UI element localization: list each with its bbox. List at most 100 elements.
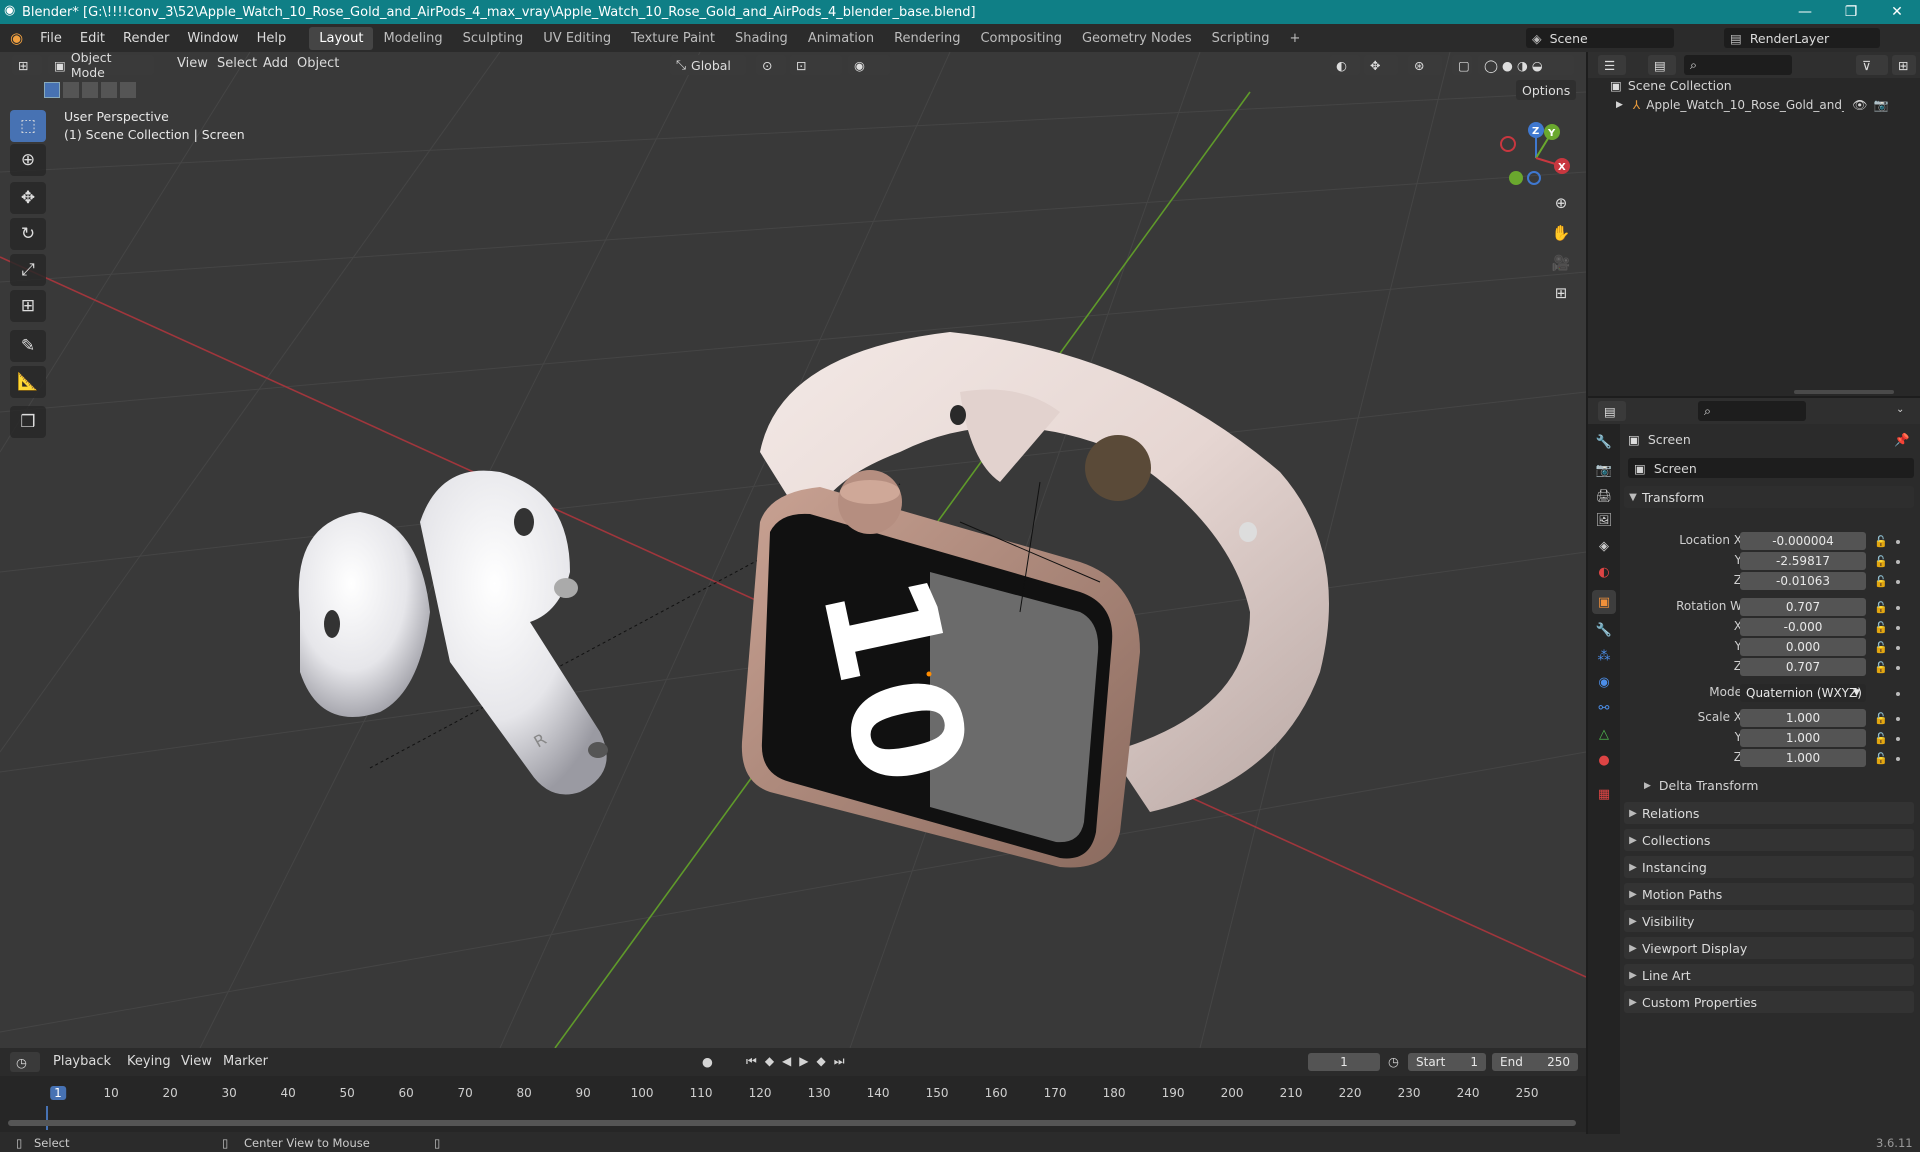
keyframe-dot-icon[interactable] bbox=[1896, 560, 1900, 564]
tab-modeling[interactable]: Modeling bbox=[373, 27, 452, 50]
jump-keyframe-forward-icon[interactable]: ◆ bbox=[817, 1054, 826, 1069]
constraints-tab-icon[interactable]: ⚯ bbox=[1592, 696, 1616, 720]
tab-compositing[interactable]: Compositing bbox=[970, 27, 1072, 50]
object-name-field[interactable]: ▣ Screen bbox=[1628, 458, 1914, 478]
transform-panel-header[interactable]: ▼ Transform bbox=[1624, 486, 1914, 508]
transform-orientation-selector[interactable]: ⤡ Global bbox=[670, 55, 746, 75]
jump-keyframe-back-icon[interactable]: ◆ bbox=[765, 1054, 774, 1069]
play-icon[interactable]: ▶ bbox=[799, 1054, 808, 1069]
lock-scale-z-icon[interactable]: 🔓 bbox=[1874, 752, 1888, 765]
lock-location-z-icon[interactable]: 🔓 bbox=[1874, 575, 1888, 588]
scale-tool[interactable]: ⤢ bbox=[10, 254, 46, 286]
menu-window[interactable]: Window bbox=[178, 31, 247, 46]
shading-modes[interactable]: ◯ ● ◑ ◒ bbox=[1478, 55, 1574, 75]
select-new-icon[interactable] bbox=[44, 82, 60, 98]
add-cube-tool[interactable]: ❒ bbox=[10, 406, 46, 438]
timeline-menu-marker[interactable]: Marker bbox=[214, 1054, 277, 1069]
select-invert-icon[interactable] bbox=[101, 82, 117, 98]
tab-geometry-nodes[interactable]: Geometry Nodes bbox=[1072, 27, 1202, 50]
transform-tool[interactable]: ⊞ bbox=[10, 290, 46, 322]
line-art-panel[interactable]: ▶ Line Art bbox=[1624, 964, 1914, 986]
render-layer-selector[interactable]: ▤ RenderLayer bbox=[1724, 28, 1880, 48]
custom-properties-panel[interactable]: ▶ Custom Properties bbox=[1624, 991, 1914, 1013]
lock-rotation-w-icon[interactable]: 🔓 bbox=[1874, 601, 1888, 614]
visibility-panel[interactable]: ▶ Visibility bbox=[1624, 910, 1914, 932]
current-frame-field[interactable]: 1 bbox=[1308, 1053, 1380, 1071]
new-collection-icon[interactable]: ⊞ bbox=[1892, 55, 1916, 75]
rotation-mode-dropdown[interactable]: Quaternion (WXYZ) ▼ bbox=[1740, 684, 1866, 702]
keyframe-dot-icon[interactable] bbox=[1896, 757, 1900, 761]
selection-mode-buttons[interactable] bbox=[44, 82, 140, 100]
rotation-x-field[interactable]: -0.000 bbox=[1740, 618, 1866, 636]
tab-sculpting[interactable]: Sculpting bbox=[453, 27, 534, 50]
editor-type-icon[interactable]: ⊞ bbox=[12, 55, 42, 75]
expand-arrow-icon[interactable]: ▶ bbox=[1616, 100, 1623, 110]
render-tab-icon[interactable]: 📷 bbox=[1592, 458, 1616, 482]
tab-animation[interactable]: Animation bbox=[798, 27, 884, 50]
physics-tab-icon[interactable]: ◉ bbox=[1592, 670, 1616, 694]
tab-texture-paint[interactable]: Texture Paint bbox=[621, 27, 725, 50]
viewport-menu-object[interactable]: Object bbox=[288, 56, 348, 71]
auto-keying-icon[interactable]: ● bbox=[702, 1054, 713, 1069]
keyframe-dot-icon[interactable] bbox=[1896, 580, 1900, 584]
annotate-tool[interactable]: ✎ bbox=[10, 330, 46, 362]
object-tab-icon[interactable]: ▣ bbox=[1592, 590, 1616, 614]
view-layer-tab-icon[interactable]: 🖼 bbox=[1592, 508, 1616, 532]
world-tab-icon[interactable]: ◐ bbox=[1592, 560, 1616, 584]
scene-tab-icon[interactable]: ◈ bbox=[1592, 534, 1616, 558]
tab-scripting[interactable]: Scripting bbox=[1202, 27, 1280, 50]
play-reverse-icon[interactable]: ◀ bbox=[782, 1054, 791, 1069]
navigation-gizmo[interactable]: Z Y X bbox=[1496, 118, 1576, 198]
scale-y-field[interactable]: 1.000 bbox=[1740, 729, 1866, 747]
material-tab-icon[interactable]: ● bbox=[1592, 748, 1616, 772]
zoom-icon[interactable]: ⊕ bbox=[1548, 190, 1574, 216]
tool-tab-icon[interactable]: 🔧 bbox=[1592, 430, 1616, 454]
timeline-menu-playback[interactable]: Playback bbox=[44, 1054, 120, 1069]
keyframe-dot-icon[interactable] bbox=[1896, 540, 1900, 544]
3d-viewport[interactable]: R 10 ⊞ ▣ Object Mode View Select Add Obj… bbox=[0, 52, 1586, 1048]
close-button[interactable]: ✕ bbox=[1874, 0, 1920, 24]
preview-range-icon[interactable]: ◷ bbox=[1388, 1054, 1399, 1069]
data-tab-icon[interactable]: △ bbox=[1592, 722, 1616, 746]
filter-icon[interactable]: ⊽ bbox=[1856, 55, 1888, 75]
menu-edit[interactable]: Edit bbox=[71, 31, 114, 46]
pivot-icon[interactable]: ⊙ bbox=[756, 55, 786, 75]
mode-selector[interactable]: ▣ Object Mode bbox=[48, 52, 154, 80]
delta-transform-subpanel[interactable]: ▶ Delta Transform bbox=[1644, 778, 1758, 793]
lock-rotation-z-icon[interactable]: 🔓 bbox=[1874, 661, 1888, 674]
proportional-edit-icon[interactable]: ◉ bbox=[848, 55, 890, 75]
tab-rendering[interactable]: Rendering bbox=[884, 27, 970, 50]
select-subtract-icon[interactable] bbox=[82, 82, 98, 98]
texture-tab-icon[interactable]: ▦ bbox=[1592, 782, 1616, 806]
relations-panel[interactable]: ▶ Relations bbox=[1624, 802, 1914, 824]
jump-end-icon[interactable]: ⏭ bbox=[834, 1054, 845, 1069]
start-frame-field[interactable]: Start 1 bbox=[1408, 1053, 1486, 1071]
render-camera-icon[interactable]: 📷 bbox=[1874, 98, 1889, 112]
outliner-item[interactable]: ▶ ⅄ Apple_Watch_10_Rose_Gold_and_AirPods… bbox=[1616, 98, 1916, 112]
location-x-field[interactable]: -0.000004 bbox=[1740, 532, 1866, 550]
minimize-button[interactable]: — bbox=[1782, 0, 1828, 24]
properties-options-icon[interactable]: ⌄ bbox=[1896, 404, 1904, 415]
menu-help[interactable]: Help bbox=[248, 31, 296, 46]
tab-shading[interactable]: Shading bbox=[725, 27, 798, 50]
output-tab-icon[interactable]: 🖨 bbox=[1592, 484, 1616, 508]
modifier-tab-icon[interactable]: 🔧 bbox=[1592, 618, 1616, 642]
timeline-menu-keying[interactable]: Keying bbox=[118, 1054, 180, 1069]
scene-selector[interactable]: ◈ Scene bbox=[1526, 28, 1674, 48]
keyframe-dot-icon[interactable] bbox=[1896, 626, 1900, 630]
scene-collection-row[interactable]: ▣ Scene Collection bbox=[1610, 78, 1732, 93]
keyframe-dot-icon[interactable] bbox=[1896, 646, 1900, 650]
lock-location-x-icon[interactable]: 🔓 bbox=[1874, 535, 1888, 548]
properties-editor-icon[interactable]: ▤ bbox=[1598, 401, 1626, 421]
options-button[interactable]: Options bbox=[1516, 80, 1576, 100]
outliner-scrollbar[interactable] bbox=[1794, 390, 1894, 394]
location-y-field[interactable]: -2.59817 bbox=[1740, 552, 1866, 570]
timeline-scrollbar[interactable] bbox=[8, 1120, 1576, 1126]
end-frame-field[interactable]: End 250 bbox=[1492, 1053, 1578, 1071]
snap-icon[interactable]: ⊡ bbox=[790, 55, 842, 75]
viewport-display-panel[interactable]: ▶ Viewport Display bbox=[1624, 937, 1914, 959]
properties-search-input[interactable]: ⌕ bbox=[1698, 401, 1806, 421]
select-extend-icon[interactable] bbox=[63, 82, 79, 98]
keyframe-dot-icon[interactable] bbox=[1896, 737, 1900, 741]
menu-render[interactable]: Render bbox=[114, 31, 178, 46]
